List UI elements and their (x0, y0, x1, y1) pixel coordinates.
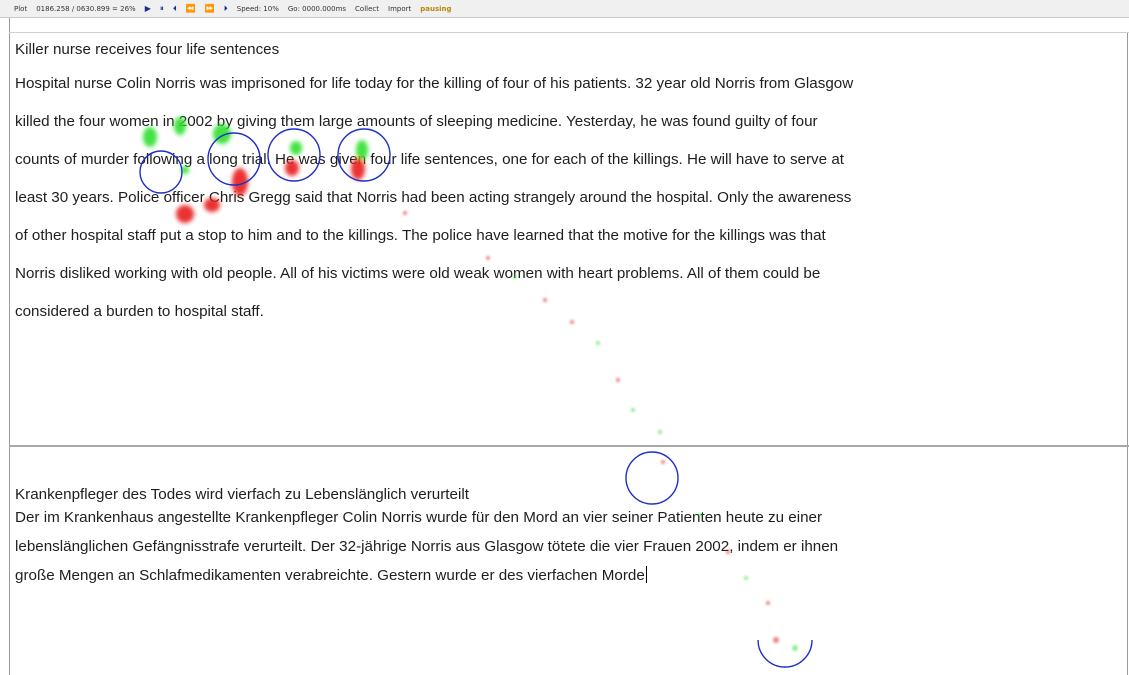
import-button[interactable]: Import (388, 5, 411, 13)
gaze-trace-dot (658, 430, 662, 434)
source-text-pane: Killer nurse receives four life sentence… (15, 40, 1129, 340)
gaze-trace-dot (792, 645, 798, 651)
pane-divider[interactable] (9, 445, 1129, 447)
source-line: least 30 years. Police officer Chris Gre… (15, 189, 852, 206)
gaze-trace-dot (766, 601, 770, 605)
translation-editor[interactable]: Krankenpfleger des Todes wird vierfach z… (15, 485, 1129, 595)
position-readout: 0186.258 / 0630.899 = 26% (36, 4, 136, 13)
goto-field[interactable]: Go: 0000.000ms (288, 5, 346, 13)
play-icon[interactable]: ▶ (145, 4, 151, 13)
plot-button[interactable]: Plot (14, 5, 27, 13)
playback-status: pausing (420, 4, 452, 13)
rewind-icon[interactable]: ⏪ (186, 4, 196, 13)
source-line: Norris disliked working with old people.… (15, 265, 821, 282)
source-line: killed the four women in 2002 by giving … (15, 113, 818, 130)
source-line: of other hospital staff put a stop to hi… (15, 227, 826, 244)
translation-line-text[interactable]: große Mengen an Schlafmedikamenten verab… (15, 567, 645, 584)
fixation-circle (757, 639, 813, 668)
gaze-trace-dot (661, 460, 665, 464)
source-line: counts of murder following a long trial.… (15, 151, 844, 168)
translation-line[interactable]: Der im Krankenhaus angestellte Krankenpf… (15, 508, 1129, 537)
step-back-icon[interactable]: ⏴ (173, 4, 177, 14)
gaze-trace-dot (596, 341, 600, 345)
source-line: Hospital nurse Colin Norris was imprison… (15, 75, 854, 92)
top-divider (9, 32, 1129, 33)
text-cursor (645, 566, 647, 583)
playback-toolbar: Plot 0186.258 / 0630.899 = 26% ▶ ⏸ ⏴ ⏪ ⏩… (0, 0, 1129, 18)
step-forward-icon[interactable]: ⏵ (224, 4, 228, 14)
gaze-trace-dot (631, 408, 635, 412)
fast-forward-icon[interactable]: ⏩ (205, 4, 215, 13)
source-title: Killer nurse receives four life sentence… (15, 41, 280, 58)
gaze-trace-dot (773, 637, 779, 643)
window-left-border (9, 18, 10, 675)
translation-line[interactable]: lebenslänglichen Gefängnisstrafe verurte… (15, 537, 1129, 566)
pause-icon[interactable]: ⏸ (160, 4, 164, 14)
gaze-trace-dot (616, 378, 620, 382)
speed-control[interactable]: Speed: 10% (237, 5, 279, 13)
source-line: considered a burden to hospital staff. (15, 303, 264, 320)
translation-title[interactable]: Krankenpfleger des Todes wird vierfach z… (15, 485, 1129, 508)
collect-button[interactable]: Collect (355, 5, 379, 13)
translation-line[interactable]: große Mengen an Schlafmedikamenten verab… (15, 566, 1129, 595)
